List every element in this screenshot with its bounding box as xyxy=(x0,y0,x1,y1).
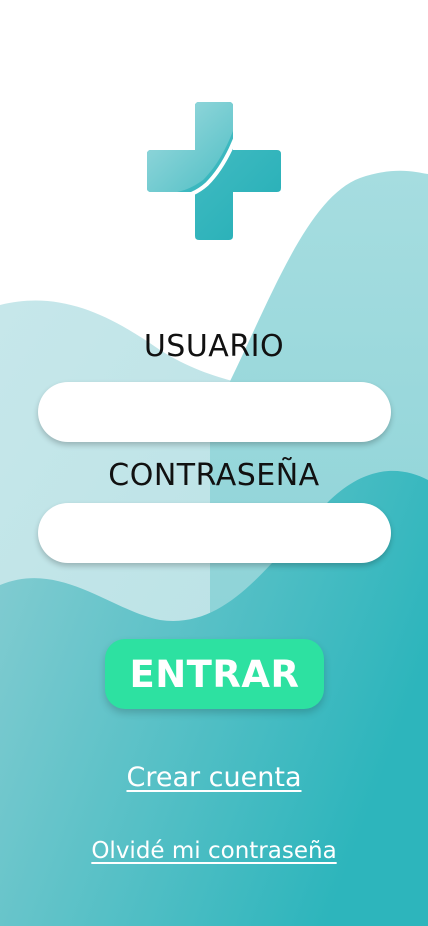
password-input[interactable] xyxy=(38,503,391,563)
username-label: USUARIO xyxy=(143,329,285,364)
forgot-password-link[interactable]: Olvidé mi contraseña xyxy=(0,838,428,864)
medical-cross-icon xyxy=(147,102,281,240)
password-label: CONTRASEÑA xyxy=(108,458,320,493)
enter-button[interactable]: ENTRAR xyxy=(105,639,324,709)
login-screen: USUARIO CONTRASEÑA ENTRAR Crear cuenta O… xyxy=(0,0,428,926)
create-account-link[interactable]: Crear cuenta xyxy=(0,762,428,793)
username-input[interactable] xyxy=(38,382,391,442)
